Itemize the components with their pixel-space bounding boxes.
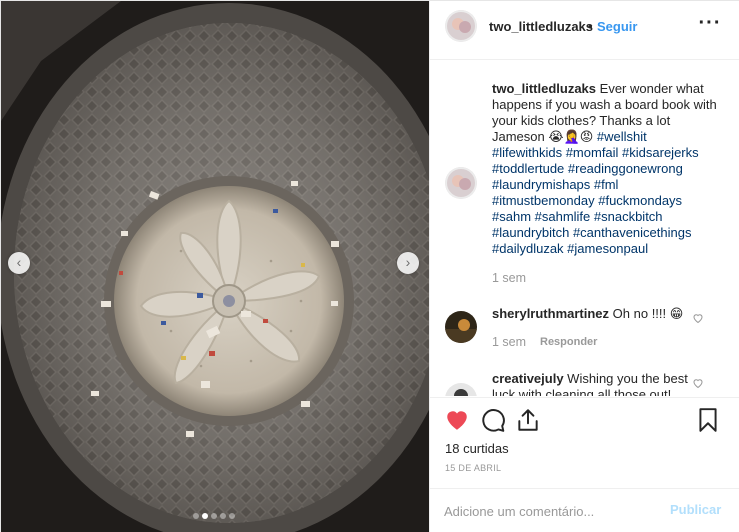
washing-machine-drum-image	[1, 1, 429, 532]
follow-button[interactable]: Seguir	[597, 19, 637, 34]
share-icon[interactable]	[515, 407, 541, 433]
carousel-next-button[interactable]: ›	[397, 252, 419, 274]
carousel-dot	[211, 513, 217, 519]
post-header: two_littledluzaks • Seguir ···	[430, 1, 739, 60]
like-heart-icon[interactable]	[444, 407, 470, 433]
post-caption: two_littledluzaks Ever wonder what happe…	[492, 81, 720, 257]
author-avatar[interactable]	[445, 10, 477, 42]
caption-hashtags[interactable]: #wellshit #lifewithkids #momfail #kidsar…	[492, 129, 699, 256]
comment-like-heart-icon[interactable]	[692, 377, 704, 389]
commenter-username-link[interactable]: sherylruthmartinez	[492, 306, 609, 321]
commenter-avatar[interactable]	[445, 383, 477, 396]
commenter-avatar[interactable]	[445, 311, 477, 343]
comments-list[interactable]: two_littledluzaks Ever wonder what happe…	[430, 61, 739, 396]
comment-input[interactable]	[444, 499, 664, 523]
comment-timestamp[interactable]: 1 sem	[492, 335, 526, 349]
separator-dot: •	[588, 19, 593, 34]
carousel-prev-button[interactable]: ‹	[8, 252, 30, 274]
save-bookmark-icon[interactable]	[695, 407, 721, 433]
caption-author-avatar[interactable]	[445, 167, 477, 199]
comment-icon[interactable]	[480, 407, 506, 433]
caption-username-link[interactable]: two_littledluzaks	[492, 81, 596, 96]
commenter-username-link[interactable]: creativejuly	[492, 371, 564, 386]
carousel-dot	[202, 513, 208, 519]
publish-button[interactable]: Publicar	[670, 502, 721, 517]
carousel-dot	[220, 513, 226, 519]
comment-body: sherylruthmartinez Oh no !!!! 😁	[492, 306, 697, 322]
reply-button[interactable]: Responder	[540, 336, 597, 348]
carousel-dot	[229, 513, 235, 519]
post-actions: 18 curtidas 15 DE ABRIL	[430, 397, 739, 487]
add-comment-bar: Publicar	[430, 488, 739, 532]
comment-body: creativejuly Wishing you the best luck w…	[492, 371, 697, 396]
instagram-post-modal: ‹ › two_littledluzaks • Seguir ··· two_l…	[0, 0, 739, 532]
comment-like-heart-icon[interactable]	[692, 312, 704, 324]
carousel-dot	[193, 513, 199, 519]
more-options-icon[interactable]: ···	[698, 13, 722, 36]
likes-count[interactable]: 18 curtidas	[445, 441, 509, 456]
caption-timestamp[interactable]: 1 sem	[492, 271, 526, 285]
carousel-indicator	[193, 513, 235, 521]
post-photo[interactable]: ‹ ›	[1, 1, 429, 532]
post-date[interactable]: 15 DE ABRIL	[445, 463, 501, 473]
author-username-link[interactable]: two_littledluzaks	[489, 19, 593, 34]
comment-text: Oh no !!!! 😁	[612, 306, 684, 321]
post-details-panel: two_littledluzaks • Seguir ··· two_littl…	[429, 1, 739, 532]
